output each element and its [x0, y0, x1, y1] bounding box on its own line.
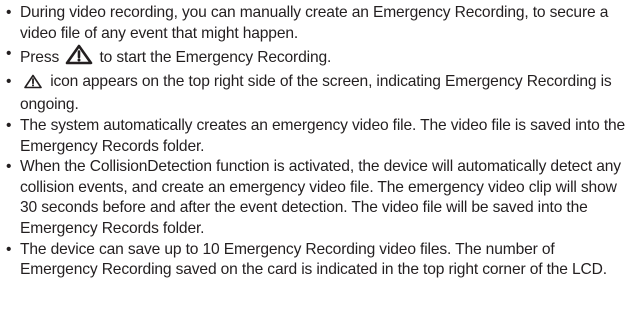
item-text: When the CollisionDetection function is …	[20, 158, 621, 237]
bullet-marker: •	[6, 72, 12, 90]
bullet-marker: •	[6, 240, 12, 258]
warning-triangle-icon	[24, 74, 42, 96]
list-item: • The system automatically creates an em…	[6, 116, 634, 157]
bullet-marker: •	[6, 116, 12, 134]
item-text-after: to start the Emergency Recording.	[99, 49, 332, 67]
list-item: • During video recording, you can manual…	[6, 3, 634, 44]
list-item: • Press to start the Emergency Recording…	[6, 44, 634, 72]
emergency-recording-list: • During video recording, you can manual…	[6, 3, 634, 281]
item-text: The system automatically creates an emer…	[20, 116, 626, 155]
bullet-marker: •	[6, 45, 12, 63]
item-text-before: Press	[20, 49, 60, 67]
list-item: • icon appears on the top right side of …	[6, 72, 634, 116]
warning-triangle-icon	[65, 44, 93, 72]
item-text: During video recording, you can manually…	[20, 4, 609, 42]
bullet-marker: •	[6, 4, 12, 21]
bullet-marker: •	[6, 158, 12, 176]
list-item: • The device can save up to 10 Emergency…	[6, 240, 634, 281]
list-item: • When the CollisionDetection function i…	[6, 157, 634, 239]
item-text: The device can save up to 10 Emergency R…	[20, 240, 607, 279]
manual-page: • During video recording, you can manual…	[0, 0, 640, 333]
item-text-after: icon appears on the top right side of th…	[20, 72, 612, 114]
